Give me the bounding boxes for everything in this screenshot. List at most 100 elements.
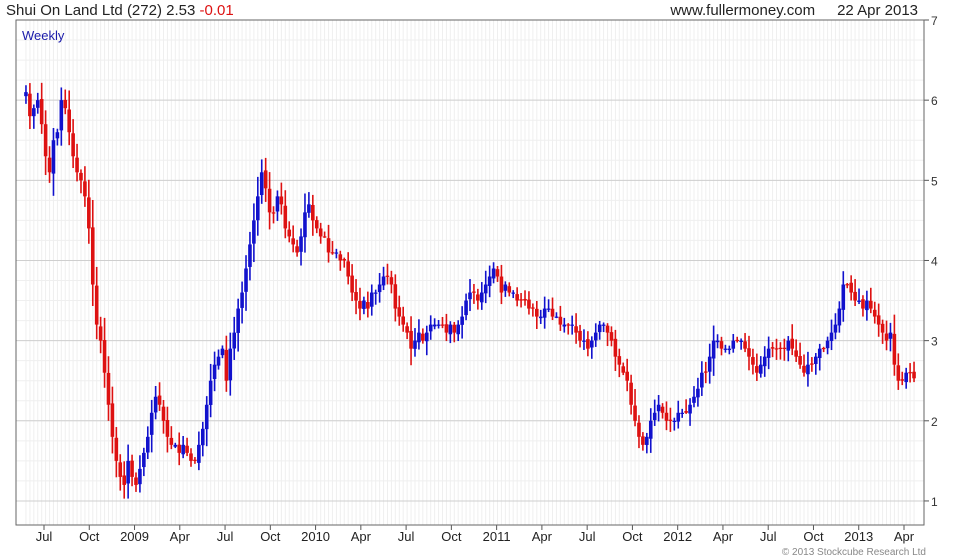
- candle-body: [853, 291, 857, 301]
- candle-body: [232, 332, 237, 349]
- candle-body: [739, 340, 743, 342]
- y-tick-label: 5: [931, 174, 938, 188]
- candle-body: [841, 284, 846, 310]
- candle-body: [173, 444, 178, 447]
- candle-body: [47, 157, 52, 173]
- candle-body: [495, 269, 500, 277]
- candle-body: [389, 277, 394, 285]
- candle-body: [295, 246, 299, 253]
- candle-body: [735, 339, 740, 342]
- y-tick-label: 7: [931, 14, 938, 28]
- candle-body: [452, 324, 457, 333]
- x-tick-label: Oct: [260, 529, 281, 544]
- candle-body: [700, 372, 704, 388]
- candle-body: [436, 324, 441, 326]
- candle-body: [794, 350, 798, 357]
- candle-body: [680, 412, 684, 414]
- candle-body: [138, 468, 142, 485]
- candle-body: [719, 341, 724, 349]
- candle-body: [256, 196, 260, 221]
- candle-body: [373, 292, 378, 294]
- candle-body: [177, 444, 182, 453]
- x-tick-label: 2009: [120, 529, 149, 544]
- candle-body: [845, 284, 850, 286]
- candle-body: [287, 229, 292, 237]
- candle-body: [747, 348, 751, 357]
- candle-body: [813, 356, 818, 364]
- candle-body: [904, 372, 908, 383]
- candle-body: [165, 420, 170, 437]
- candle-body: [220, 348, 225, 356]
- period-label: Weekly: [22, 28, 65, 43]
- candle-body: [731, 340, 736, 349]
- x-tick-label: Jul: [398, 529, 415, 544]
- candle-body: [307, 204, 311, 213]
- candle-body: [83, 181, 87, 197]
- candle-body: [774, 348, 779, 350]
- candle-body: [267, 188, 272, 213]
- candle-body: [806, 364, 810, 375]
- candle-body: [601, 324, 606, 326]
- candle-body: [236, 308, 240, 333]
- candle-body: [318, 228, 323, 237]
- candle-body: [880, 323, 885, 333]
- candle-body: [464, 300, 468, 316]
- candle-body: [432, 324, 437, 327]
- candle-body: [385, 275, 390, 277]
- y-tick-label: 6: [931, 94, 938, 108]
- candle-body: [755, 366, 759, 373]
- y-tick-label: 4: [931, 254, 938, 268]
- candle-body: [535, 308, 539, 317]
- candle-body: [303, 212, 307, 238]
- candle-body: [114, 437, 119, 461]
- candle-body: [444, 324, 449, 333]
- candle-body: [216, 356, 221, 366]
- candle-body: [648, 420, 653, 439]
- candle-body: [656, 404, 661, 412]
- candle-body: [208, 380, 213, 405]
- candle-body: [546, 308, 551, 310]
- x-tick-label: 2012: [663, 529, 692, 544]
- candle-body: [605, 325, 610, 333]
- candle-body: [798, 356, 802, 365]
- candle-body: [770, 347, 775, 349]
- candle-body: [570, 324, 574, 326]
- x-tick-label: Jul: [760, 529, 777, 544]
- candle-body: [778, 347, 783, 349]
- candle-body: [413, 340, 417, 349]
- candle-body: [527, 299, 531, 309]
- x-tick-label: Jul: [36, 529, 53, 544]
- candle-body: [197, 444, 201, 463]
- candle-body: [652, 412, 657, 421]
- candle-body: [617, 356, 622, 365]
- candle-body: [342, 259, 347, 261]
- y-tick-label: 1: [931, 495, 938, 509]
- candle-body: [350, 275, 354, 293]
- candle-body: [405, 326, 409, 333]
- candle-body: [703, 371, 708, 373]
- candle-body: [542, 308, 547, 318]
- x-tick-label: Oct: [441, 529, 462, 544]
- candle-body: [888, 332, 893, 339]
- candle-body: [821, 347, 826, 350]
- candle-body: [672, 420, 677, 422]
- candle-body: [715, 340, 720, 343]
- candle-body: [311, 204, 315, 221]
- candle-body: [519, 299, 523, 301]
- candle-body: [193, 459, 197, 461]
- candle-body: [554, 316, 559, 318]
- candle-body: [869, 300, 873, 309]
- candle-body: [291, 238, 295, 245]
- candle-body: [876, 315, 881, 325]
- candle-body: [692, 396, 696, 403]
- candle-body: [32, 108, 36, 117]
- candle-body: [566, 324, 571, 326]
- candle-body: [381, 276, 386, 286]
- candle-body: [110, 403, 115, 437]
- candle-body: [440, 324, 445, 326]
- candle-body: [43, 124, 48, 157]
- candle-body: [751, 357, 755, 365]
- candle-body: [578, 330, 582, 341]
- candle-body: [491, 268, 496, 279]
- candle-body: [829, 332, 834, 341]
